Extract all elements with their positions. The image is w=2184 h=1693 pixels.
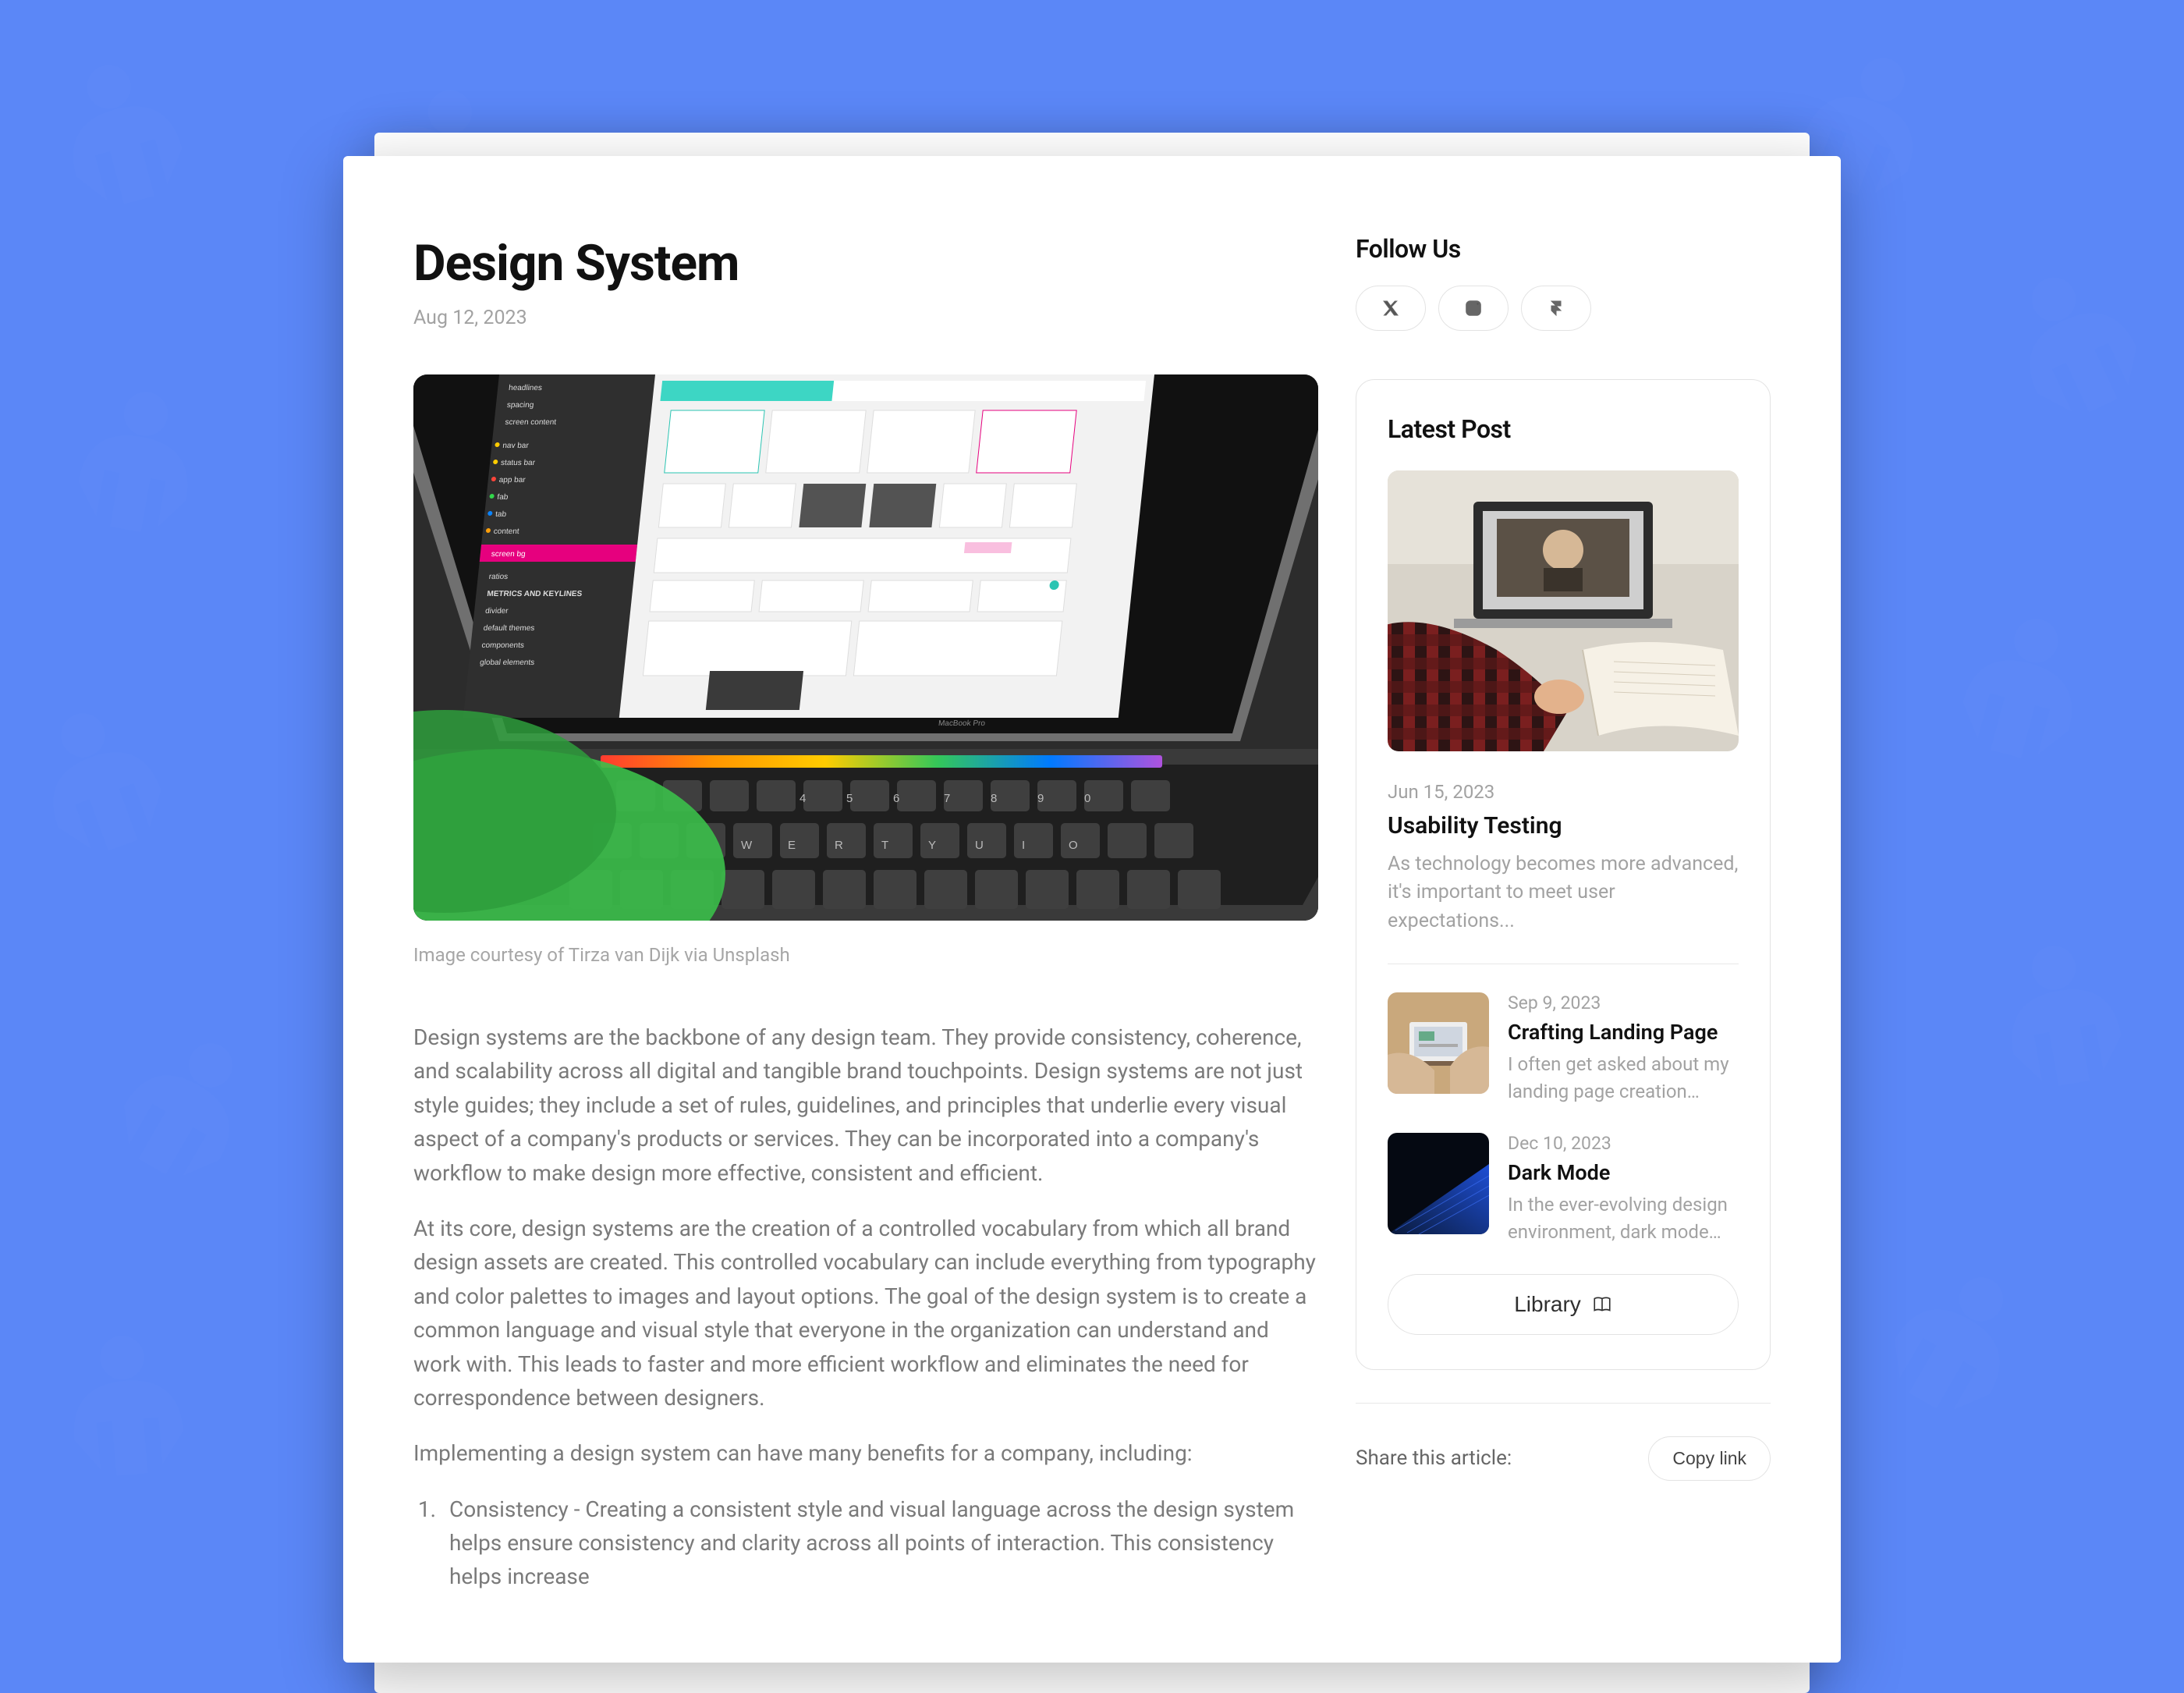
svg-text:ratios: ratios — [488, 573, 509, 581]
post-date: Dec 10, 2023 — [1508, 1133, 1739, 1154]
svg-text:4: 4 — [800, 792, 806, 805]
paragraph: At its core, design systems are the crea… — [413, 1212, 1318, 1414]
post-excerpt: I often get asked about my landing page … — [1508, 1051, 1739, 1106]
article-page: Design System Aug 12, 2023 — [343, 156, 1841, 1663]
post-item[interactable]: Sep 9, 2023 Crafting Landing Page I ofte… — [1388, 992, 1739, 1106]
paragraph: Implementing a design system can have ma… — [413, 1436, 1318, 1470]
svg-text:app bar: app bar — [498, 476, 526, 484]
social-links — [1356, 286, 1771, 331]
library-label: Library — [1514, 1292, 1581, 1317]
framer-icon[interactable] — [1521, 286, 1591, 331]
svg-text:6: 6 — [893, 792, 899, 805]
svg-text:status bar: status bar — [500, 459, 536, 467]
latest-post-card: Latest Post — [1356, 379, 1771, 1370]
svg-text:U: U — [975, 839, 984, 852]
featured-post-date: Jun 15, 2023 — [1388, 781, 1739, 803]
svg-text:I: I — [1022, 839, 1025, 852]
svg-text:E: E — [788, 839, 796, 852]
post-thumbnail — [1388, 1133, 1489, 1234]
svg-text:headlines: headlines — [509, 384, 543, 392]
share-row: Share this article: Copy link — [1356, 1403, 1771, 1514]
svg-text:METRICS AND KEYLINES: METRICS AND KEYLINES — [487, 590, 583, 598]
post-title: Dark Mode — [1508, 1160, 1739, 1185]
svg-text:8: 8 — [991, 792, 997, 805]
svg-text:fab: fab — [497, 493, 509, 502]
page-title: Design System — [413, 234, 1318, 293]
copy-link-button[interactable]: Copy link — [1648, 1436, 1771, 1481]
svg-text:nav bar: nav bar — [502, 442, 530, 450]
svg-text:MacBook Pro: MacBook Pro — [938, 719, 986, 728]
library-button[interactable]: Library — [1388, 1274, 1739, 1335]
twitter-x-icon[interactable] — [1356, 286, 1426, 331]
article-body: Design systems are the backbone of any d… — [413, 1020, 1318, 1594]
post-item[interactable]: Dec 10, 2023 Dark Mode In the ever-evolv… — [1388, 1133, 1739, 1246]
share-label: Share this article: — [1356, 1446, 1512, 1470]
svg-text:5: 5 — [846, 792, 853, 805]
article-date: Aug 12, 2023 — [413, 307, 1318, 329]
follow-us-heading: Follow Us — [1356, 234, 1771, 264]
hero-caption: Image courtesy of Tirza van Dijk via Uns… — [413, 944, 1318, 966]
instagram-icon[interactable] — [1438, 286, 1509, 331]
featured-post-image[interactable] — [1388, 470, 1739, 751]
post-date: Sep 9, 2023 — [1508, 992, 1739, 1013]
hero-image: 7 8 9 0 6 5 4 U Y T R E W I O — [413, 374, 1318, 921]
paragraph: Design systems are the backbone of any d… — [413, 1020, 1318, 1190]
post-title: Crafting Landing Page — [1508, 1020, 1739, 1045]
svg-text:0: 0 — [1084, 792, 1090, 805]
latest-post-heading: Latest Post — [1388, 414, 1739, 444]
svg-text:T: T — [881, 839, 888, 852]
svg-text:divider: divider — [485, 607, 509, 616]
svg-text:W: W — [741, 839, 753, 852]
svg-text:R: R — [835, 839, 843, 852]
featured-post-excerpt: As technology becomes more advanced, it'… — [1388, 850, 1739, 935]
list-item: Consistency - Creating a consistent styl… — [441, 1492, 1318, 1594]
svg-text:default themes: default themes — [483, 624, 535, 633]
post-excerpt: In the ever-evolving design environment,… — [1508, 1191, 1739, 1246]
book-icon — [1592, 1294, 1612, 1315]
svg-text:components: components — [481, 641, 525, 650]
featured-post-title[interactable]: Usability Testing — [1388, 812, 1739, 839]
svg-text:spacing: spacing — [506, 401, 534, 410]
post-thumbnail — [1388, 992, 1489, 1094]
svg-text:global elements: global elements — [480, 658, 535, 667]
svg-text:tab: tab — [495, 510, 507, 519]
svg-text:screen bg: screen bg — [491, 550, 526, 559]
svg-text:9: 9 — [1037, 792, 1044, 805]
svg-text:screen content: screen content — [505, 418, 557, 427]
svg-text:content: content — [493, 527, 519, 536]
svg-text:Y: Y — [928, 839, 936, 852]
svg-text:O: O — [1069, 839, 1078, 852]
svg-text:7: 7 — [944, 792, 950, 805]
